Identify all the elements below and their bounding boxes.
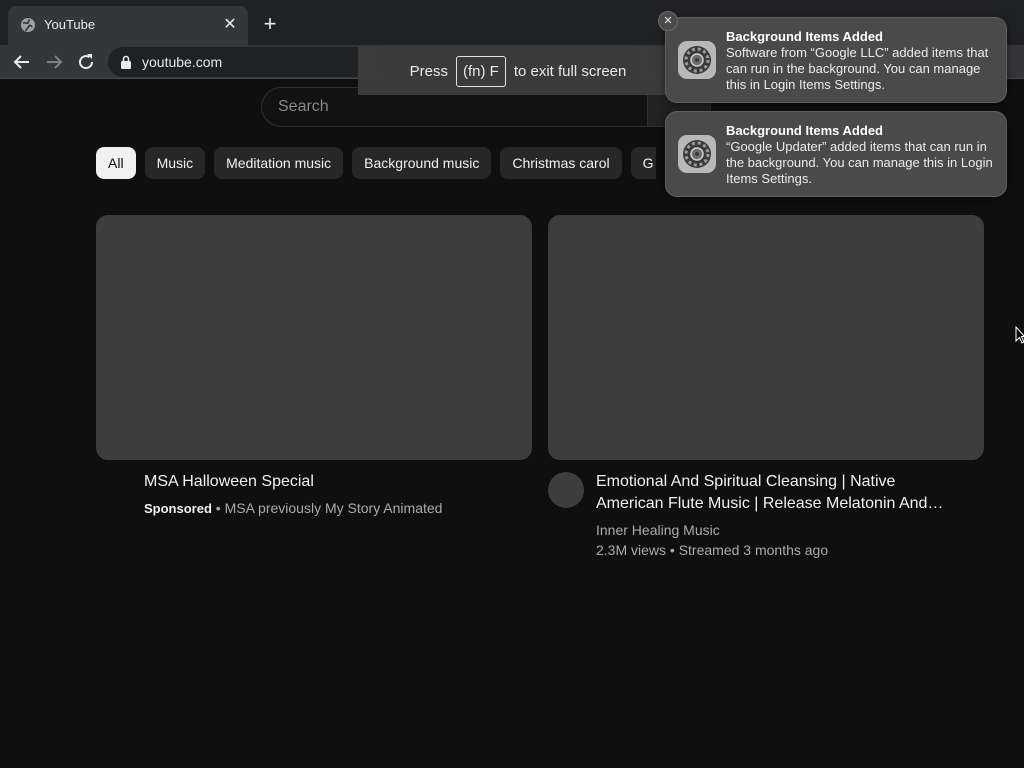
hint-press: Press — [409, 62, 448, 80]
lock-icon — [121, 55, 131, 69]
video-thumbnail[interactable] — [548, 215, 984, 460]
video-stats: 2.3M views • Streamed 3 months ago — [596, 542, 829, 558]
notification-body: Software from “Google LLC” added items t… — [726, 45, 989, 92]
chip-partial[interactable]: G — [630, 147, 656, 179]
chip-all[interactable]: All — [96, 147, 136, 179]
video-meta: Sponsored • MSA previously My Story Anim… — [144, 498, 442, 519]
plus-icon[interactable]: + — [259, 13, 281, 35]
chip-background-music[interactable]: Background music — [352, 147, 492, 179]
chip-music[interactable]: Music — [144, 147, 206, 179]
notification-background-items[interactable]: Background Items Added “Google Updater” … — [665, 111, 1007, 197]
settings-gear-icon — [678, 135, 716, 173]
video-title-line: Emotional And Spiritual Cleansing | Nati… — [596, 473, 896, 490]
channel-name[interactable]: MSA previously My Story Animated — [225, 500, 443, 516]
hint-key: (fn) F — [455, 55, 506, 87]
hint-text: to exit full screen — [513, 62, 627, 80]
notification-body: “Google Updater” added items that can ru… — [726, 139, 993, 186]
dot-separator: • — [215, 500, 225, 516]
chip-meditation-music[interactable]: Meditation music — [214, 147, 344, 179]
settings-gear-icon — [678, 41, 716, 79]
video-title-line: American Flute Music | Release Melatonin… — [596, 495, 944, 512]
back-arrow-icon[interactable] — [10, 50, 34, 74]
video-title[interactable]: MSA Halloween Special — [144, 471, 314, 493]
tab-title: YouTube — [44, 17, 96, 32]
sponsored-label: Sponsored — [144, 501, 212, 516]
url-text: youtube.com — [142, 54, 223, 70]
notification-title: Background Items Added — [726, 29, 883, 44]
notification-title: Background Items Added — [726, 123, 883, 138]
avatar[interactable] — [548, 472, 584, 508]
filter-chips: All Music Meditation music Background music… — [96, 147, 656, 179]
channel-name[interactable]: Inner Healing Music — [596, 520, 720, 540]
close-icon[interactable]: ✕ — [220, 15, 240, 35]
cursor-icon — [1015, 326, 1024, 344]
notification-background-items[interactable]: Background Items Added Software from “Go… — [665, 17, 1007, 103]
forward-arrow-icon[interactable] — [42, 50, 66, 74]
reload-icon[interactable] — [74, 50, 98, 74]
close-icon[interactable]: ✕ — [658, 11, 678, 31]
browser-tab-youtube[interactable]: YouTube ✕ — [8, 6, 248, 45]
fullscreen-hint: Press (fn) F to exit full screen — [358, 47, 678, 95]
chip-christmas-carol[interactable]: Christmas carol — [500, 147, 622, 179]
video-title[interactable]: Emotional And Spiritual Cleansing | Nati… — [596, 471, 943, 515]
search-input[interactable] — [278, 96, 578, 118]
video-thumbnail[interactable] — [96, 215, 532, 460]
globe-icon — [21, 18, 35, 32]
